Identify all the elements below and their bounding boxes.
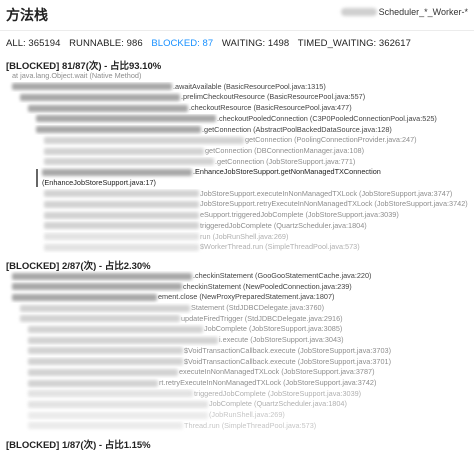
redacted-text: [44, 233, 199, 241]
redacted-text: [28, 347, 183, 355]
state-filter-waiting[interactable]: WAITING: 1498: [222, 38, 289, 49]
redacted-text: [28, 336, 218, 344]
selection-indicator: [36, 169, 38, 187]
redacted-text: [28, 368, 178, 376]
redacted-text: [28, 326, 203, 334]
redacted-text: [44, 147, 204, 155]
redacted-text: [12, 293, 157, 301]
page-title: 方法栈: [6, 7, 48, 23]
redacted-text: [28, 411, 208, 419]
redacted-text: [36, 126, 201, 134]
stack-frame: JobComplete (JobStoreSupport.java:3085): [6, 324, 468, 335]
redacted-text: [20, 315, 180, 323]
redacted-text: [36, 115, 216, 123]
redacted-text: [12, 283, 182, 291]
stack-frame: eSupport.triggeredJobComplete (JobStoreS…: [6, 210, 468, 221]
stack-group-header[interactable]: [BLOCKED] 2/87(次) - 占比2.30%: [6, 258, 468, 272]
stack-frame: $WorkerThread.run (SimpleThreadPool.java…: [6, 242, 468, 253]
stack-group-header[interactable]: [BLOCKED] 81/87(次) - 占比93.10%: [6, 58, 468, 72]
stack-frame: checkinStatement (NewPooledConnection.ja…: [6, 282, 468, 293]
redacted-text: [28, 390, 193, 398]
thread-filter-label: Scheduler_*_Worker-*: [340, 7, 468, 17]
stack-group: [BLOCKED] 2/87(次) - 占比2.30% .checkinStat…: [6, 258, 468, 432]
redacted-text: [20, 93, 180, 101]
stack-frame: .awaitAvailable (BasicResourcePool.java:…: [6, 82, 468, 93]
redacted-text: [44, 243, 199, 251]
stack-frame: rt.retryExecuteInNonManagedTXLock (JobSt…: [6, 378, 468, 389]
stack-frame-selected[interactable]: .EnhanceJobStoreSupport.getNonManagedTXC…: [6, 167, 468, 188]
state-filter-timed-waiting[interactable]: TIMED_WAITING: 362617: [298, 38, 411, 49]
redacted-prefix: [340, 8, 377, 16]
stack-frame: i.execute (JobStoreSupport.java:3043): [6, 335, 468, 346]
redacted-text: [44, 211, 199, 219]
stack-frame: .checkoutResource (BasicResourcePool.jav…: [6, 103, 468, 114]
stack-frame: .prelimCheckoutResource (BasicResourcePo…: [6, 92, 468, 103]
stack-frame: JobStoreSupport.executeInNonManagedTXLoc…: [6, 189, 468, 200]
stack-frame: executeInNonManagedTXLock (JobStoreSuppo…: [6, 367, 468, 378]
redacted-text: [28, 400, 208, 408]
redacted-text: [12, 272, 192, 280]
header-bar: 方法栈 Scheduler_*_Worker-*: [0, 0, 474, 31]
redacted-text: [44, 222, 199, 230]
stack-group-header[interactable]: [BLOCKED] 1/87(次) - 占比1.15%: [6, 437, 468, 451]
stack-frame: .checkinStatement (GooGooStatementCache.…: [6, 271, 468, 282]
stack-frame: at java.lang.Object.wait (Native Method): [12, 71, 142, 80]
stack-frame: .checkoutPooledConnection (C3P0PooledCon…: [6, 114, 468, 125]
redacted-text: [44, 201, 199, 209]
stack-frame: JobComplete (QuartzScheduler.java:1804): [6, 399, 468, 410]
stack-frame: run (JobRunShell.java:269): [6, 232, 468, 243]
stack-frame: triggeredJobComplete (QuartzScheduler.ja…: [6, 221, 468, 232]
stack-frame: .getConnection (AbstractPoolBackedDataSo…: [6, 125, 468, 136]
stack-frame: Thread.run (SimpleThreadPool.java:573): [6, 421, 468, 432]
redacted-text: [44, 190, 199, 198]
stack-frame: updateFiredTrigger (StdJDBCDelegate.java…: [6, 314, 468, 325]
redacted-text: [28, 422, 183, 430]
stack-frame: getConnection (PoolingConnectionProvider…: [6, 135, 468, 146]
redacted-text: [28, 379, 158, 387]
stack-frame: $VoidTransactionCallback.execute (JobSto…: [6, 346, 468, 357]
redacted-text: [20, 304, 190, 312]
state-filter-all[interactable]: ALL: 365194: [6, 38, 60, 49]
stack-frame: JobStoreSupport.retryExecuteInNonManaged…: [6, 199, 468, 210]
state-filter-runnable[interactable]: RUNNABLE: 986: [69, 38, 143, 49]
stack-frame: (JobRunShell.java:269): [6, 410, 468, 421]
state-filter-blocked[interactable]: BLOCKED: 87: [151, 38, 213, 49]
stack-frame: getConnection (DBConnectionManager.java:…: [6, 146, 468, 157]
redacted-text: [44, 136, 244, 144]
stack-frame: triggeredJobComplete (JobStoreSupport.ja…: [6, 389, 468, 400]
thread-state-filter-bar: ALL: 365194 RUNNABLE: 986 BLOCKED: 87 WA…: [0, 31, 474, 52]
redacted-text: [28, 104, 188, 112]
stack-trace-list: [BLOCKED] 81/87(次) - 占比93.10% at java.la…: [0, 58, 474, 451]
redacted-text: [28, 358, 183, 366]
stack-frame: ement.close (NewProxyPreparedStatement.j…: [6, 292, 468, 303]
redacted-text: [44, 158, 214, 166]
stack-frame: Statement (StdJDBCDelegate.java:3760): [6, 303, 468, 314]
thread-name-pattern: Scheduler_*_Worker-*: [378, 7, 468, 17]
redacted-text: [42, 168, 192, 176]
stack-frame: $VoidTransactionCallback.execute (JobSto…: [6, 357, 468, 368]
stack-group: [BLOCKED] 81/87(次) - 占比93.10% at java.la…: [6, 58, 468, 253]
redacted-text: [12, 83, 172, 91]
stack-group: [BLOCKED] 1/87(次) - 占比1.15%: [6, 437, 468, 451]
stack-frame: .getConnection (JobStoreSupport.java:771…: [6, 157, 468, 168]
